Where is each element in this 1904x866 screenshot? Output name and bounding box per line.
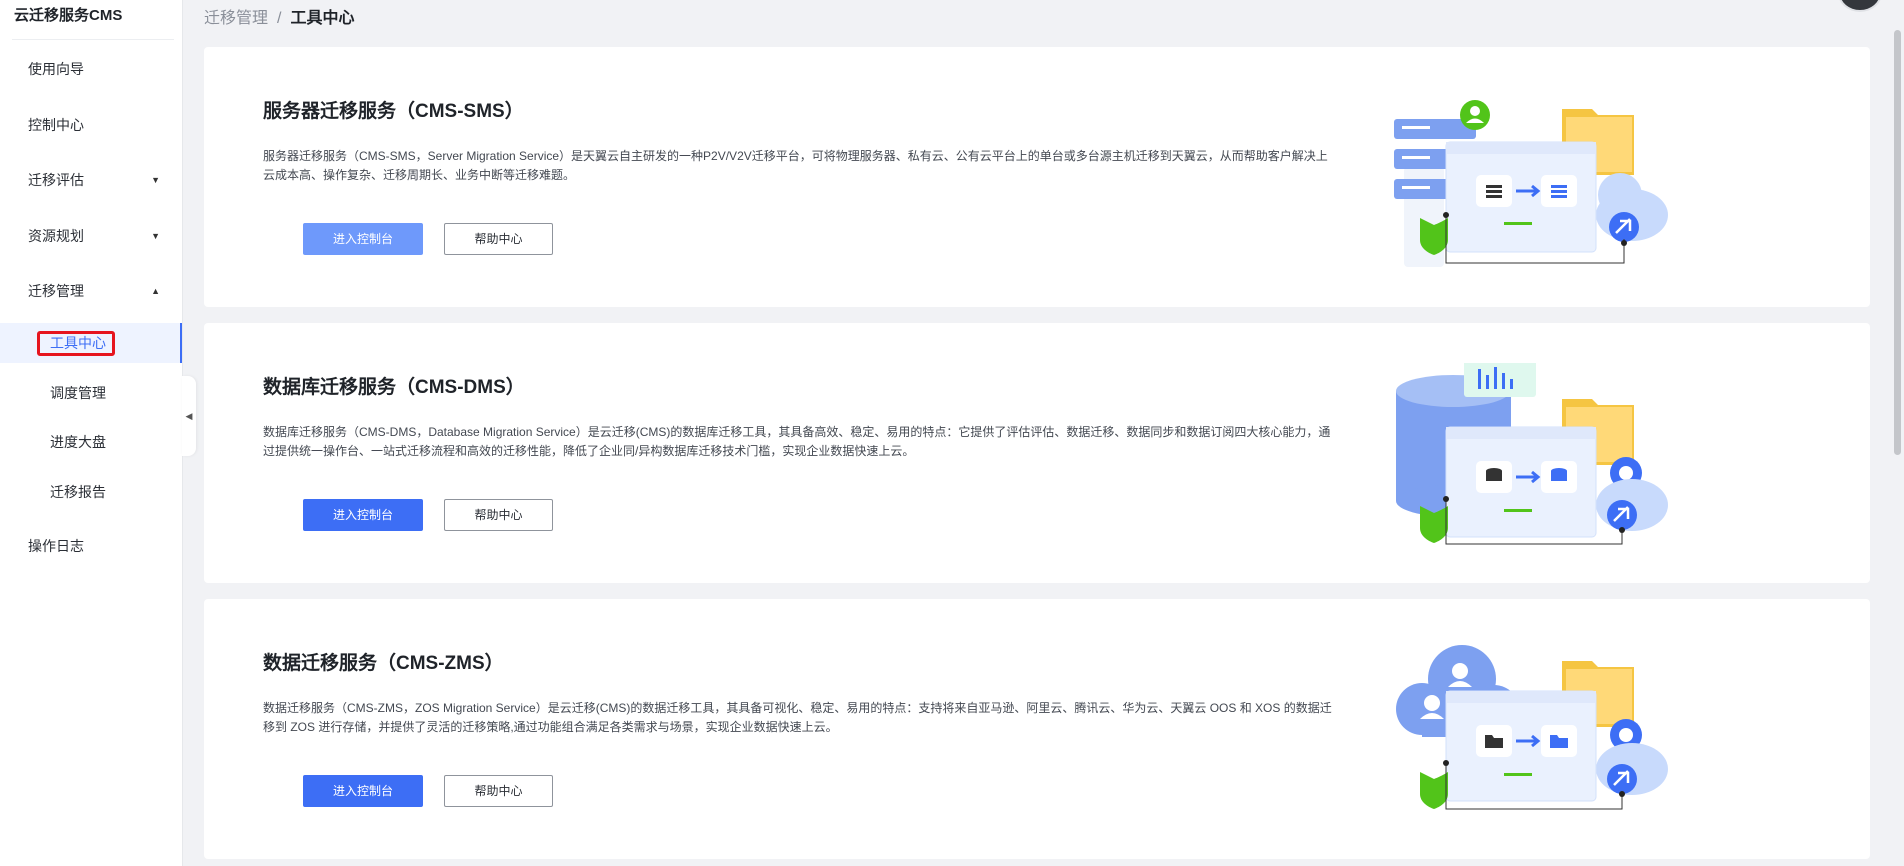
sidebar-item-operation-log[interactable]: 操作日志 [0, 526, 182, 566]
card-title: 数据库迁移服务（CMS-DMS） [263, 377, 525, 398]
breadcrumb-separator: / [277, 10, 282, 27]
sidebar-item-control-center[interactable]: 控制中心 [0, 105, 182, 145]
card-description: 数据迁移服务（CMS-ZMS，ZOS Migration Service）是云迁… [263, 701, 1332, 734]
sidebar-collapse-button[interactable]: ◀ [182, 376, 196, 456]
sidebar-item-label: 迁移报告 [50, 484, 106, 500]
sidebar-item-label: 进度大盘 [50, 434, 106, 450]
breadcrumb: 迁移管理 / 工具中心 [204, 4, 354, 28]
sidebar-item-label: 操作日志 [28, 538, 84, 554]
user-avatar[interactable] [1838, 0, 1882, 12]
sidebar-item-label: 调度管理 [50, 385, 106, 401]
data-migration-illustration [1396, 645, 1668, 810]
chevron-left-icon: ◀ [185, 410, 193, 421]
service-card-dms: 数据库迁移服务（CMS-DMS） 数据库迁移服务（CMS-DMS，Databas… [204, 323, 1870, 583]
app-title: 云迁移服务CMS [14, 7, 123, 24]
caret-up-icon: ▲ [151, 286, 160, 296]
sidebar-item-migration-management[interactable]: 迁移管理 ▲ [0, 271, 182, 311]
sidebar-item-label: 控制中心 [28, 117, 84, 133]
caret-down-icon: ▼ [151, 175, 160, 185]
divider [12, 39, 174, 40]
sidebar-item-migration-assessment[interactable]: 迁移评估 ▼ [0, 160, 182, 200]
help-center-button[interactable]: 帮助中心 [444, 775, 553, 807]
enter-console-button[interactable]: 进入控制台 [303, 775, 423, 807]
sidebar-item-label: 使用向导 [28, 61, 84, 77]
sidebar-item-label: 迁移管理 [28, 283, 84, 299]
server-migration-illustration [1394, 100, 1668, 267]
sidebar-item-label: 资源规划 [28, 228, 84, 244]
service-card-zms: 数据迁移服务（CMS-ZMS） 数据迁移服务（CMS-ZMS，ZOS Migra… [204, 599, 1870, 859]
sidebar: 云迁移服务CMS 使用向导 控制中心 迁移评估 ▼ 资源规划 ▼ 迁移管理 ▲ … [0, 0, 183, 866]
card-description: 数据库迁移服务（CMS-DMS，Database Migration Servi… [263, 425, 1331, 458]
card-title: 服务器迁移服务（CMS-SMS） [263, 101, 524, 122]
sidebar-item-progress-dashboard[interactable]: 进度大盘 [0, 422, 182, 462]
sidebar-item-label: 迁移评估 [28, 172, 84, 188]
service-card-sms: 服务器迁移服务（CMS-SMS） 服务器迁移服务（CMS-SMS，Server … [204, 47, 1870, 307]
breadcrumb-current: 工具中心 [290, 10, 355, 27]
enter-console-button[interactable]: 进入控制台 [303, 499, 423, 531]
breadcrumb-parent-link[interactable]: 迁移管理 [204, 10, 268, 27]
database-migration-illustration [1396, 363, 1668, 545]
sidebar-item-guide[interactable]: 使用向导 [0, 49, 182, 89]
sidebar-item-schedule-management[interactable]: 调度管理 [0, 373, 182, 413]
caret-down-icon: ▼ [151, 231, 160, 241]
card-description: 服务器迁移服务（CMS-SMS，Server Migration Service… [263, 149, 1328, 182]
help-center-button[interactable]: 帮助中心 [444, 499, 553, 531]
highlight-box [37, 331, 115, 356]
sidebar-item-resource-planning[interactable]: 资源规划 ▼ [0, 216, 182, 256]
enter-console-button[interactable]: 进入控制台 [303, 223, 423, 255]
help-center-button[interactable]: 帮助中心 [444, 223, 553, 255]
card-title: 数据迁移服务（CMS-ZMS） [263, 653, 504, 674]
sidebar-item-migration-report[interactable]: 迁移报告 [0, 472, 182, 512]
page-scrollbar-thumb[interactable] [1894, 30, 1901, 455]
